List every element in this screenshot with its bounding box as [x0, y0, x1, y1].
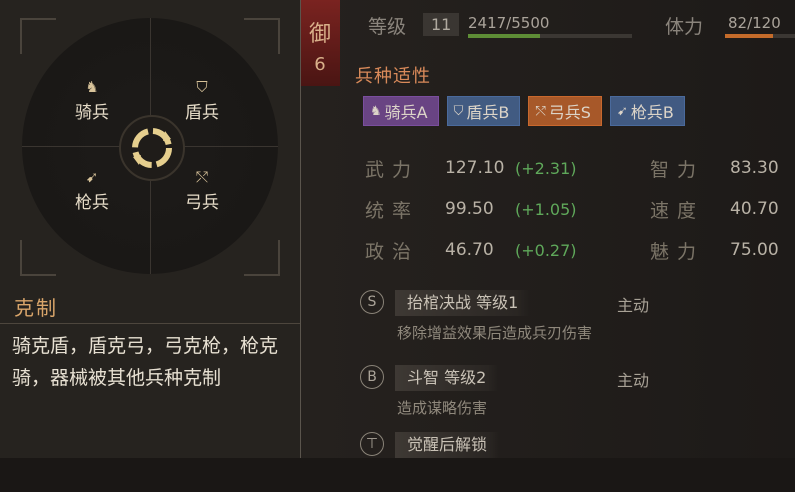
frame-corner	[244, 240, 280, 276]
unit-spear-label: 枪兵	[75, 193, 109, 213]
stat-row: 魅力 75.00	[650, 235, 795, 265]
shield-icon: ⛉	[453, 103, 464, 119]
unit-cavalry-label: 骑兵	[75, 103, 109, 123]
stamina-bar	[725, 34, 795, 38]
skill-name: 斗智 等级2	[395, 365, 499, 391]
level-bar: 等级 11 2417/5500 体力 82/120	[360, 10, 795, 40]
unit-bow-label: 弓兵	[185, 193, 219, 213]
skill-type: 主动	[617, 296, 650, 315]
skill-description: 移除增益效果后造成兵刃伤害	[397, 324, 593, 342]
skill-description: 造成谋略伤害	[397, 399, 488, 417]
spear-icon: ➹	[85, 168, 99, 186]
aptitude-tag-label: 盾兵B	[466, 103, 510, 122]
aptitude-tag[interactable]: ⛉ 盾兵B	[446, 96, 521, 126]
stat-name: 魅力	[650, 240, 705, 263]
horse-icon: ♞	[85, 78, 99, 96]
stat-row: 武力 127.10 (+2.31)	[365, 153, 590, 183]
skill-item[interactable]: B 斗智 等级2 主动造成谋略伤害	[355, 365, 795, 425]
skill-grade-badge: S	[360, 290, 384, 314]
spear-icon: ➹	[616, 103, 628, 119]
shield-icon: ⛉	[196, 78, 208, 96]
stat-value: 75.00	[730, 240, 779, 260]
aptitude-tag-label: 枪兵B	[630, 103, 674, 122]
divider	[0, 323, 300, 324]
stat-row: 统率 99.50 (+1.05)	[365, 194, 590, 224]
stat-value: 99.50	[445, 199, 494, 219]
aptitude-tag[interactable]: ♞ 骑兵A	[363, 96, 439, 126]
aptitude-title: 兵种适性	[355, 66, 431, 87]
level-value: 11	[423, 13, 460, 36]
stat-row: 智力 83.30	[650, 153, 795, 183]
skill-name: 抬棺决战 等级1	[395, 290, 531, 316]
exp-bar	[468, 34, 632, 38]
level-label: 等级	[368, 16, 407, 38]
stat-value: 46.70	[445, 240, 494, 260]
stat-value: 40.70	[730, 199, 779, 219]
cycle-icon	[119, 115, 185, 181]
unit-shield-label: 盾兵	[185, 103, 219, 123]
stamina-bar-fill	[725, 34, 773, 38]
stat-value: 127.10	[445, 158, 505, 178]
stat-row: 政治 46.70 (+0.27)	[365, 235, 590, 265]
stat-name: 速度	[650, 199, 705, 222]
frame-corner	[20, 240, 56, 276]
lock-icon: ⊤	[360, 432, 384, 456]
counter-popup: ♞ 骑兵 ⛉ 盾兵 ➹ 枪兵 ⤲ 弓兵 克制 骑克盾，盾克弓，弓克枪，枪克骑，器…	[0, 0, 301, 458]
stat-name: 武力	[365, 158, 420, 181]
horse-icon: ♞	[370, 103, 382, 119]
unit-spear: ➹ 枪兵	[62, 168, 122, 213]
stat-bonus: (+0.27)	[515, 240, 577, 260]
stat-name: 统率	[365, 199, 420, 222]
skill-grade-badge: B	[360, 365, 384, 389]
rank-value: 6	[314, 54, 326, 75]
rank-badge: 御 6	[300, 0, 340, 86]
stat-value: 83.30	[730, 158, 779, 178]
aptitude-tag-label: 骑兵A	[384, 103, 428, 122]
aptitude-tag[interactable]: ➹ 枪兵B	[609, 96, 685, 126]
stat-name: 智力	[650, 158, 705, 181]
rank-title: 御	[308, 22, 331, 47]
aptitude-tag[interactable]: ⤲ 弓兵S	[528, 96, 602, 126]
stat-row: 速度 40.70	[650, 194, 795, 224]
skill-item[interactable]: ⊤ 觉醒后解锁	[355, 432, 795, 492]
aptitude-tag-label: 弓兵S	[548, 103, 591, 122]
frame-corner	[20, 18, 56, 54]
aptitude-tags: ♞ 骑兵A ⛉ 盾兵B ⤲ 弓兵S ➹ 枪兵B	[363, 96, 685, 126]
general-detail-panel: 御 6 等级 11 2417/5500 体力 82/120 兵种适性 ♞ 骑兵A ⛉…	[300, 0, 795, 458]
stamina-label: 体力	[665, 16, 704, 38]
unit-cavalry: ♞ 骑兵	[62, 78, 122, 123]
skill-item[interactable]: S 抬棺决战 等级1 主动移除增益效果后造成兵刃伤害	[355, 290, 795, 350]
skill-type: 主动	[617, 371, 650, 390]
stat-bonus: (+2.31)	[515, 158, 577, 178]
aptitude-section: 兵种适性 ♞ 骑兵A ⛉ 盾兵B ⤲ 弓兵S ➹ 枪兵B	[355, 62, 795, 126]
skill-name: 觉醒后解锁	[395, 432, 500, 458]
frame-corner	[244, 18, 280, 54]
counter-description: 骑克盾，盾克弓，弓克枪，枪克骑，器械被其他兵种克制	[12, 335, 279, 389]
bow-icon: ⤲	[535, 103, 546, 119]
stamina-text: 82/120	[728, 14, 781, 32]
stat-bonus: (+1.05)	[515, 199, 577, 219]
exp-bar-fill	[468, 34, 541, 38]
exp-text: 2417/5500	[468, 14, 550, 32]
stat-name: 政治	[365, 240, 420, 263]
counter-title: 克制	[14, 296, 58, 320]
counter-wheel: ♞ 骑兵 ⛉ 盾兵 ➹ 枪兵 ⤲ 弓兵	[22, 18, 278, 274]
